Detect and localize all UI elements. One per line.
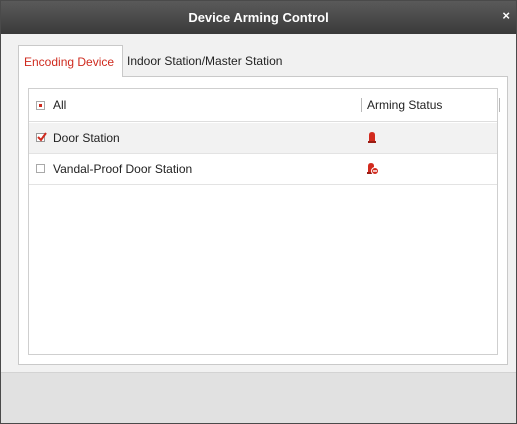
- alarm-disarmed-icon[interactable]: [365, 161, 379, 175]
- column-separator[interactable]: [499, 98, 500, 112]
- row-checkbox[interactable]: [36, 132, 47, 142]
- column-separator[interactable]: [361, 98, 362, 112]
- row-checkbox[interactable]: [36, 164, 45, 173]
- arming-status-header: Arming Status: [367, 98, 443, 112]
- select-all-label: All: [53, 98, 67, 112]
- device-name: Vandal-Proof Door Station: [53, 162, 193, 176]
- title-bar: Device Arming Control ×: [1, 1, 516, 34]
- table-row[interactable]: Door Station: [29, 123, 497, 154]
- tab-indoor-station-master-station[interactable]: Indoor Station/Master Station: [127, 45, 282, 77]
- dialog-content: Encoding Device Indoor Station/Master St…: [9, 43, 508, 365]
- device-table: All Arming Status Door Station Vandal-Pr…: [28, 88, 500, 355]
- alarm-armed-icon[interactable]: [365, 130, 379, 144]
- device-arming-dialog: Device Arming Control × Encoding Device …: [0, 0, 517, 424]
- tab-panel: All Arming Status Door Station Vandal-Pr…: [18, 76, 508, 365]
- select-all-checkbox[interactable]: [36, 101, 45, 110]
- dialog-title: Device Arming Control: [188, 10, 329, 25]
- device-name: Door Station: [53, 131, 120, 145]
- tab-encoding-device[interactable]: Encoding Device: [18, 45, 123, 77]
- table-row[interactable]: Vandal-Proof Door Station: [29, 154, 497, 185]
- table-header: All Arming Status: [29, 89, 500, 122]
- close-icon[interactable]: ×: [502, 8, 510, 23]
- checkmark-icon: [37, 132, 47, 142]
- dialog-footer: [1, 372, 516, 423]
